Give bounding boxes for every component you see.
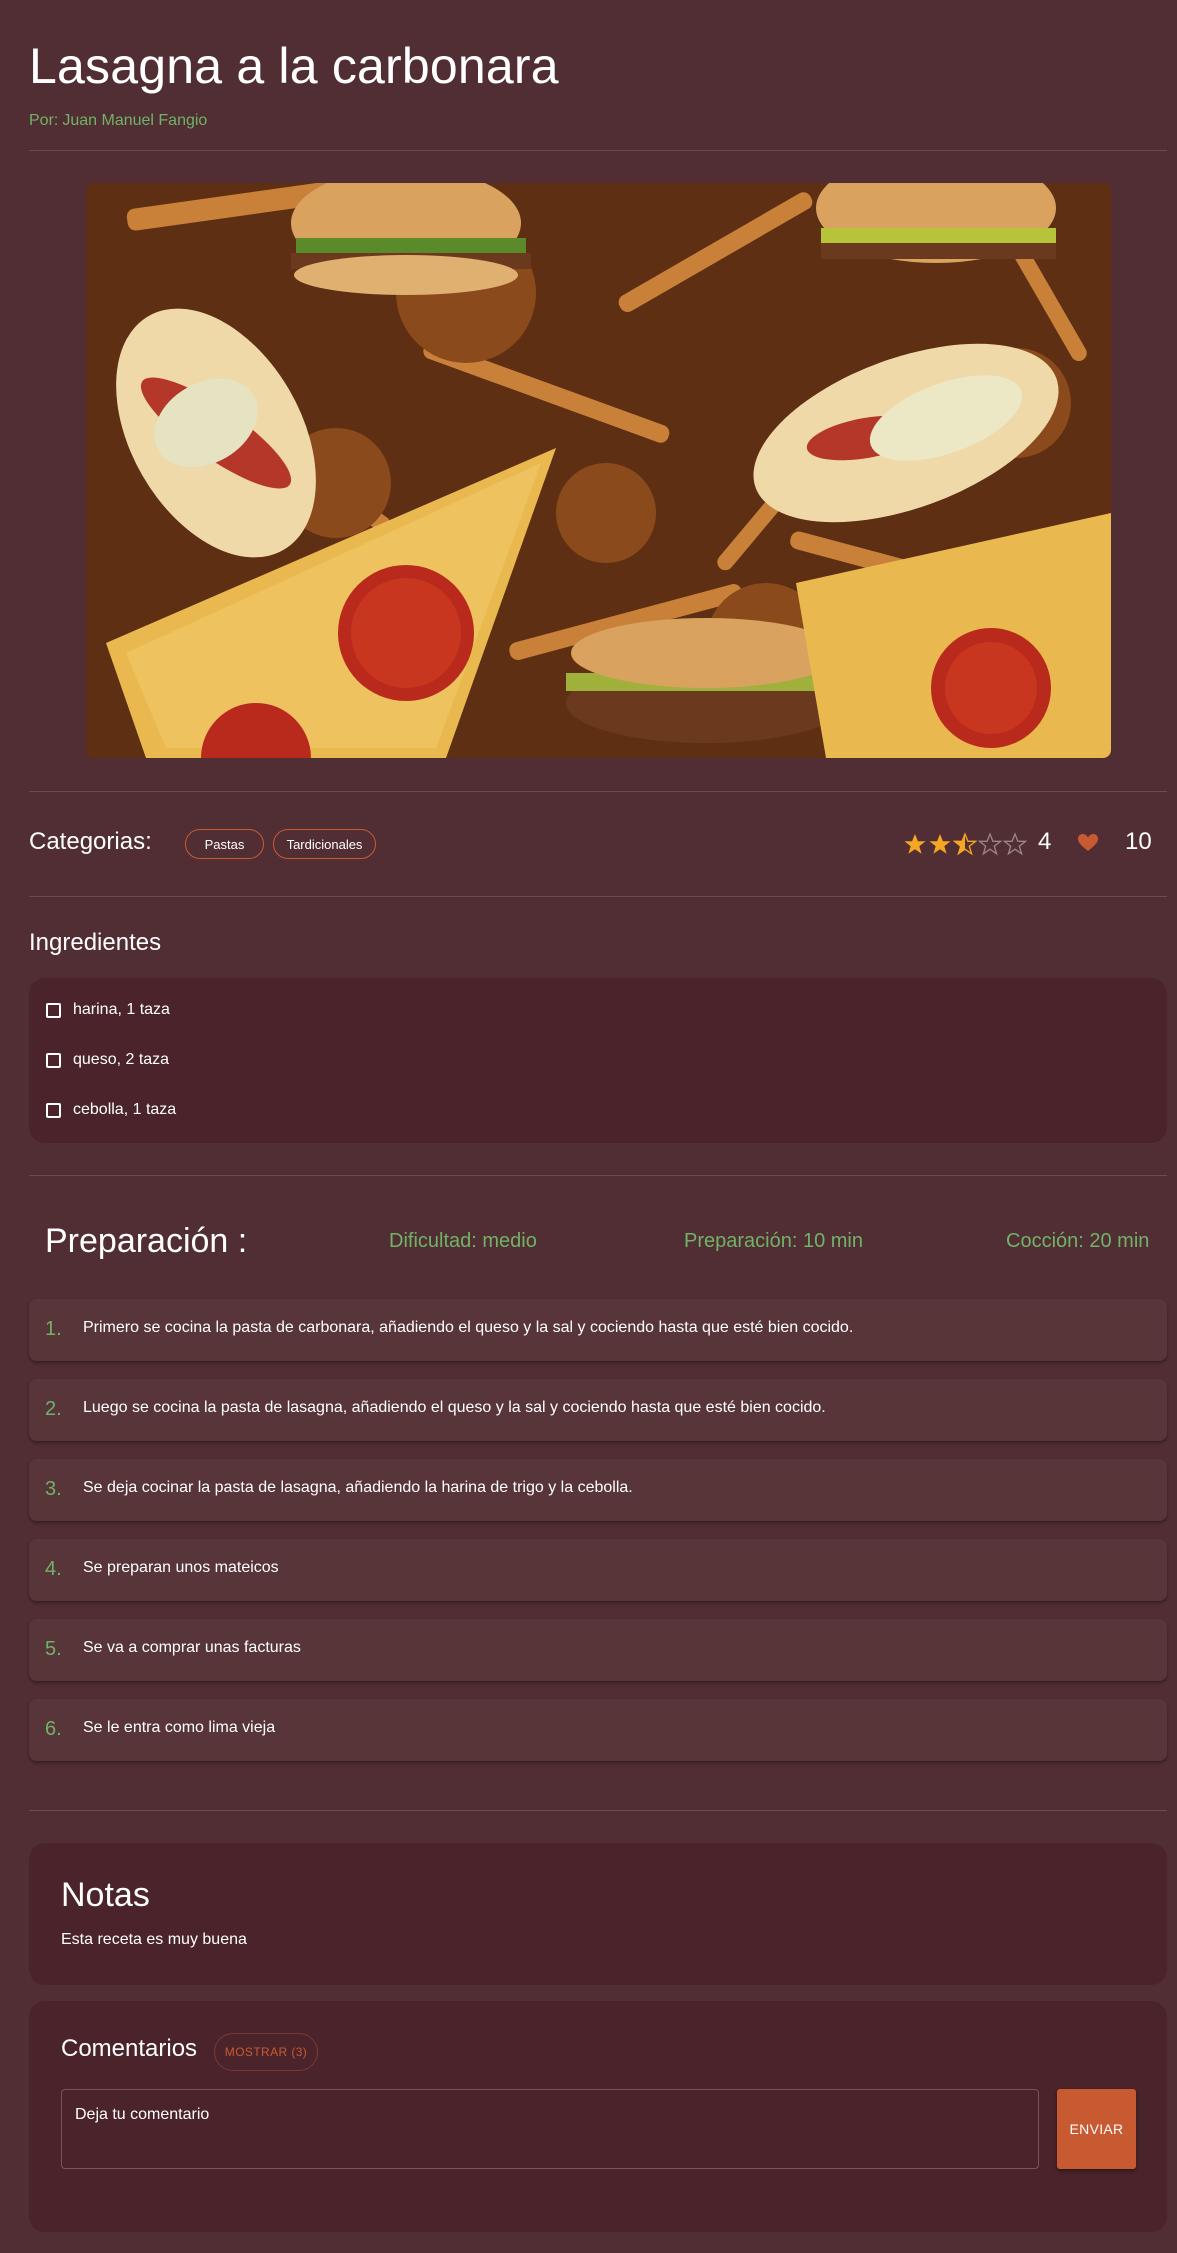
star-empty-icon[interactable]	[1003, 829, 1027, 859]
cook-time-label: Cocción: 20 min	[1006, 1230, 1150, 1252]
recipe-author: Por: Juan Manuel Fangio	[29, 112, 559, 130]
food-photo	[86, 183, 1111, 758]
divider	[29, 1175, 1167, 1176]
category-chip[interactable]: Tardicionales	[273, 829, 376, 859]
step-item: 2. Luego se cocina la pasta de lasagna, …	[29, 1379, 1167, 1441]
step-item: 1. Primero se cocina la pasta de carbona…	[29, 1299, 1167, 1361]
ingredient-label: queso, 2 taza	[73, 1051, 170, 1068]
step-text: Se preparan unos mateicos	[83, 1559, 279, 1576]
step-item: 4. Se preparan unos mateicos	[29, 1539, 1167, 1601]
step-number: 6.	[45, 1718, 62, 1740]
difficulty-label: Dificultad: medio	[389, 1230, 537, 1252]
divider	[29, 791, 1167, 792]
likes-count: 10	[1125, 828, 1152, 855]
step-item: 6. Se le entra como lima vieja	[29, 1699, 1167, 1761]
step-number: 3.	[45, 1478, 62, 1500]
comments-card: Comentarios MOSTRAR (3) ENVIAR	[29, 2001, 1167, 2232]
categories-label: Categorias:	[29, 828, 152, 855]
ingredient-item[interactable]: queso, 2 taza	[46, 1051, 169, 1069]
step-number: 4.	[45, 1558, 62, 1580]
star-half-icon[interactable]	[953, 829, 977, 859]
star-full-icon[interactable]	[903, 829, 927, 859]
step-text: Luego se cocina la pasta de lasagna, aña…	[83, 1399, 826, 1416]
send-button[interactable]: ENVIAR	[1057, 2089, 1136, 2169]
prep-time-label: Preparación: 10 min	[684, 1230, 863, 1252]
step-text: Se va a comprar unas facturas	[83, 1639, 301, 1656]
star-rating[interactable]	[903, 829, 1027, 859]
step-item: 3. Se deja cocinar la pasta de lasagna, …	[29, 1459, 1167, 1521]
preparation-title: Preparación :	[45, 1222, 248, 1260]
author-name: Juan Manuel Fangio	[62, 112, 208, 129]
step-number: 1.	[45, 1318, 62, 1340]
show-comments-button[interactable]: MOSTRAR (3)	[214, 2033, 318, 2071]
comments-title: Comentarios	[61, 2035, 198, 2062]
recipe-header: Lasagna a la carbonara Por: Juan Manuel F…	[29, 36, 559, 130]
step-text: Se le entra como lima vieja	[83, 1719, 276, 1736]
ingredients-title: Ingredientes	[29, 929, 162, 956]
author-prefix: Por:	[29, 112, 59, 129]
step-item: 5. Se va a comprar unas facturas	[29, 1619, 1167, 1681]
recipe-hero-image	[86, 183, 1111, 758]
divider	[29, 896, 1167, 897]
recipe-title: Lasagna a la carbonara	[29, 38, 559, 94]
divider	[29, 150, 1167, 151]
step-text: Primero se cocina la pasta de carbonara,…	[83, 1319, 854, 1336]
comment-input[interactable]	[61, 2089, 1039, 2169]
category-chip[interactable]: Pastas	[185, 829, 264, 859]
rating-count: 4	[1038, 828, 1052, 855]
checkbox[interactable]	[46, 1102, 61, 1118]
heart-icon[interactable]	[1077, 830, 1099, 856]
divider	[29, 1810, 1167, 1811]
ingredients-list: harina, 1 taza queso, 2 taza cebolla, 1 …	[29, 978, 1167, 1143]
ingredient-item[interactable]: cebolla, 1 taza	[46, 1101, 176, 1119]
step-number: 5.	[45, 1638, 62, 1660]
notes-card: Notas Esta receta es muy buena	[29, 1843, 1167, 1985]
ingredient-label: cebolla, 1 taza	[73, 1101, 177, 1118]
step-text: Se deja cocinar la pasta de lasagna, aña…	[83, 1479, 633, 1496]
star-full-icon[interactable]	[928, 829, 952, 859]
recipe-page: Lasagna a la carbonara Por: Juan Manuel F…	[0, 0, 1177, 2253]
ingredient-item[interactable]: harina, 1 taza	[46, 1001, 170, 1019]
ingredient-label: harina, 1 taza	[73, 1001, 170, 1018]
notes-text: Esta receta es muy buena	[61, 1931, 247, 1948]
notes-title: Notas	[61, 1876, 150, 1914]
star-empty-icon[interactable]	[978, 829, 1002, 859]
step-number: 2.	[45, 1398, 62, 1420]
checkbox[interactable]	[46, 1052, 61, 1068]
checkbox[interactable]	[46, 1002, 61, 1018]
